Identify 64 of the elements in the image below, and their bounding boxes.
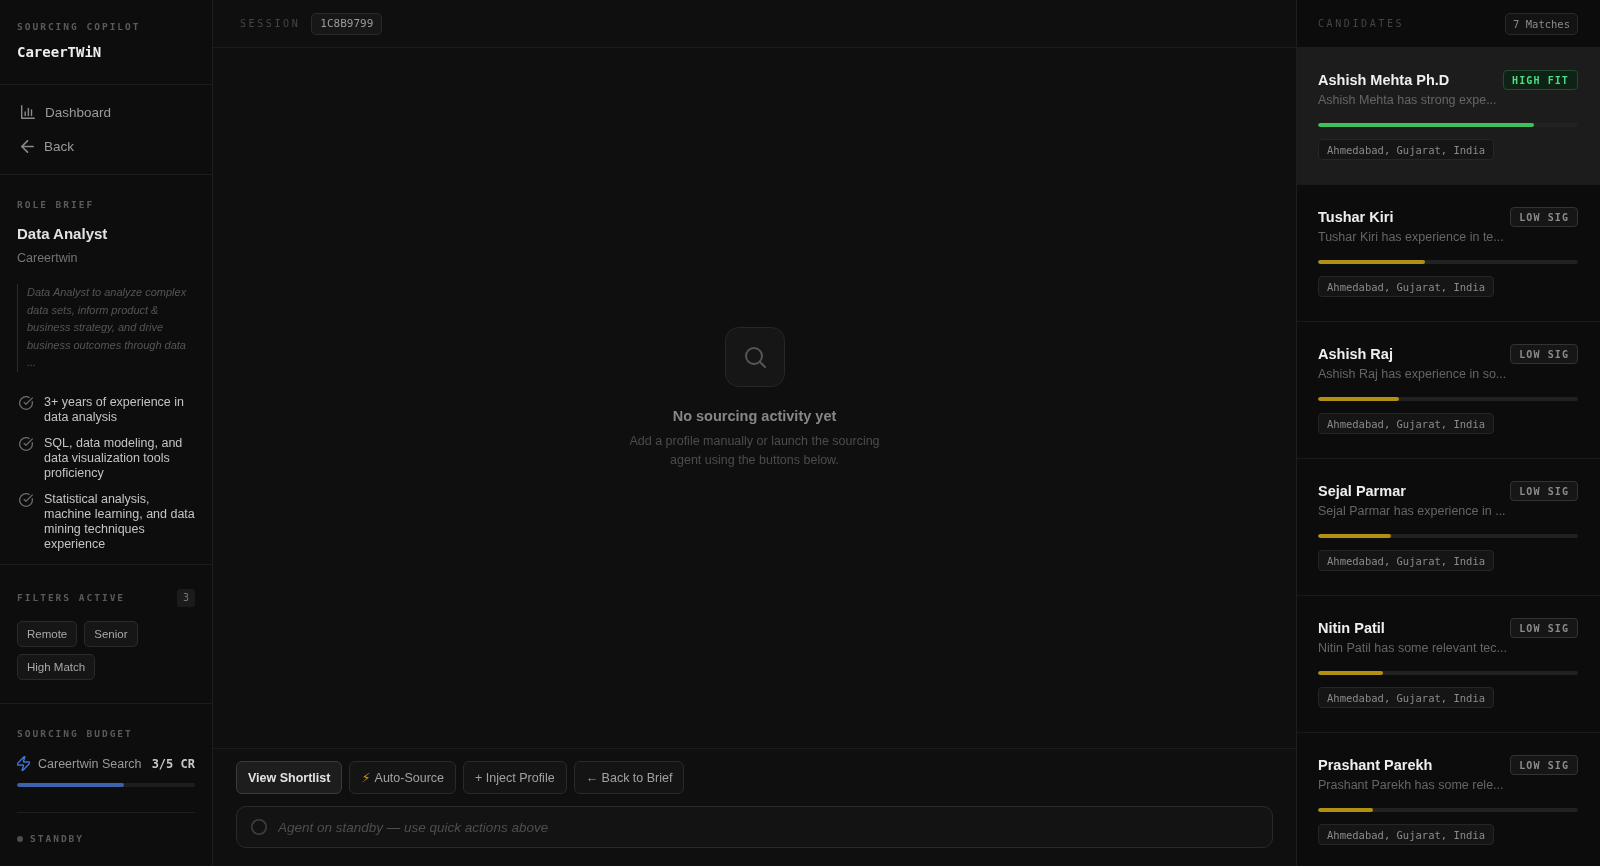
requirement-text: SQL, data modeling, and data visualization tools proficiency	[44, 435, 184, 481]
match-count: 7 Matches	[1505, 12, 1578, 35]
session-id: 1C8B9799	[311, 12, 383, 35]
empty-state-title: No sourcing activity yet	[672, 406, 837, 425]
status-dot-icon	[17, 835, 23, 842]
fit-label: LOW SIG	[1510, 207, 1578, 227]
role-title: Data Analyst	[17, 224, 109, 244]
empty-state-message: Add a profile manually or launch the sourcing agent using the buttons below.	[628, 432, 881, 469]
candidate-summary: Nitin Patil has some relevant tec...	[1318, 640, 1508, 657]
fit-label: LOW SIG	[1510, 755, 1578, 775]
fit-label: HIGH FIT	[1503, 70, 1578, 90]
candidate-name: Ashish Mehta Ph.D	[1318, 71, 1450, 89]
check-circle-icon	[19, 436, 33, 451]
location-tag: Ahmedabad, Gujarat, India	[1318, 139, 1495, 160]
brand-name: CareerTWiN	[17, 43, 102, 61]
section-heading: SOURCING BUDGET	[17, 727, 134, 740]
panel-heading: CANDIDATES	[1318, 18, 1405, 29]
section-heading: ROLE BRIEF	[17, 199, 96, 211]
role-description: Data Analyst to analyze complex data sets, inform product & business strategy, and drive business outcomes through data ...	[17, 284, 195, 372]
filter-chip[interactable]: Senior	[84, 620, 138, 647]
candidate-summary: Tushar Kiri has experience in te...	[1318, 229, 1505, 246]
quick-action-button[interactable]: + Inject Profile	[463, 761, 567, 794]
lightning-icon	[17, 756, 30, 771]
filter-count: 3	[177, 588, 195, 607]
location-tag: Ahmedabad, Gujarat, India	[1318, 687, 1495, 708]
candidate-summary: Prashant Parekh has some rele...	[1318, 777, 1505, 794]
filter-chip[interactable]: High Match	[17, 653, 96, 680]
candidate-name: Prashant Parekh	[1318, 756, 1433, 774]
check-circle-icon	[19, 492, 33, 507]
candidate-name: Ashish Raj	[1318, 345, 1393, 363]
fit-label: LOW SIG	[1510, 481, 1578, 501]
candidate-card[interactable]: Ashish Mehta Ph.D HIGH FIT Ashish Mehta has strong expe... Ahmedabad, Gujarat, India	[1297, 48, 1600, 185]
candidate-summary: Sejal Parmar has experience in ...	[1318, 503, 1507, 520]
location-tag: Ahmedabad, Gujarat, India	[1318, 550, 1495, 571]
fit-label: LOW SIG	[1510, 344, 1578, 364]
fit-label: LOW SIG	[1510, 618, 1578, 638]
candidate-name: Sejal Parmar	[1318, 482, 1406, 500]
requirement-text: Statistical analysis, machine learning, and data mining techniques experience	[44, 491, 195, 552]
arrow-left-icon	[21, 140, 34, 154]
candidate-summary: Ashish Mehta has strong expe...	[1318, 92, 1498, 109]
location-tag: Ahmedabad, Gujarat, India	[1318, 413, 1495, 434]
requirement-text: 3+ years of experience in data analysis	[44, 394, 185, 425]
quick-action-button[interactable]: ← Back to Brief	[573, 761, 685, 794]
candidate-summary: Ashish Raj has experience in so...	[1318, 366, 1508, 383]
nav-item[interactable]: Dashboard	[12, 95, 200, 130]
section-heading: FILTERS ACTIVE	[17, 591, 126, 604]
quick-action-button[interactable]: View Shortlist	[236, 761, 343, 794]
nav-item[interactable]: Back	[12, 129, 200, 164]
budget-source: Careertwin Search	[38, 756, 143, 771]
circle-icon	[251, 819, 267, 835]
credit-count: 3/5 CR	[151, 756, 195, 771]
search-icon	[724, 326, 785, 387]
quick-action-button[interactable]: ⚡ Auto-Source	[349, 761, 457, 794]
status-label: STANDBY	[30, 832, 85, 845]
agent-input-field[interactable]: Agent on standby — use quick actions above	[236, 806, 1273, 848]
location-tag: Ahmedabad, Gujarat, India	[1318, 824, 1495, 845]
bar-chart-icon	[21, 105, 35, 120]
candidate-name: Tushar Kiri	[1318, 208, 1394, 226]
company-name: Careertwin	[17, 250, 79, 266]
app-eyebrow: SOURCING COPILOT	[17, 21, 142, 33]
candidate-name: Nitin Patil	[1318, 619, 1385, 637]
location-tag: Ahmedabad, Gujarat, India	[1318, 276, 1495, 297]
check-circle-icon	[19, 395, 33, 410]
filter-chip[interactable]: Remote	[17, 620, 78, 647]
